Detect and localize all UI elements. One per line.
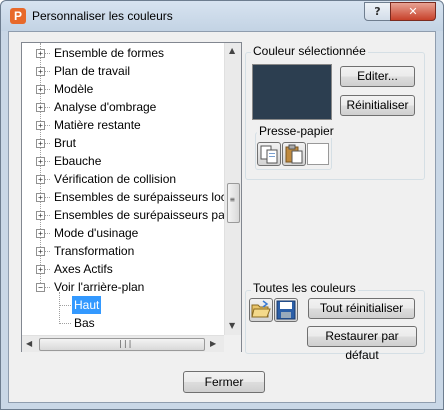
tree-item-label: Ensembles de surépaisseurs loca [54, 190, 224, 204]
tree-item-label: Ensemble de formes [54, 46, 165, 60]
tree-child-label: Haut [72, 296, 102, 314]
expand-icon[interactable]: + [36, 157, 45, 166]
dialog-client-area: + Ensemble de formes + Plan de travail + Modè… [8, 31, 436, 403]
expand-icon[interactable]: + [36, 139, 45, 148]
tree-item-label: Analyse d'ombrage [54, 100, 157, 114]
grip-icon: ≡ [230, 195, 235, 204]
grip-icon: ||| [118, 339, 133, 348]
dialog-window: P Personnaliser les couleurs ? ✕ + Ensemb… [0, 0, 444, 410]
reset-button[interactable]: Réinitialiser [340, 95, 415, 116]
tree-item[interactable]: + Mode d'usinage [22, 224, 224, 242]
selected-color-swatch[interactable] [252, 64, 332, 120]
tree-item[interactable]: + Vérification de collision [22, 170, 224, 188]
copy-icon [260, 145, 278, 164]
tree-content: + Ensemble de formes + Plan de travail + Modè… [22, 43, 224, 335]
vertical-scroll-thumb[interactable]: ≡ [227, 183, 240, 223]
clipboard-group-label: Presse-papier [257, 124, 336, 138]
tree-item-label: Modèle [54, 82, 94, 96]
app-icon: P [10, 8, 26, 24]
title-bar[interactable]: P Personnaliser les couleurs ? ✕ [1, 1, 443, 31]
tree-child-item[interactable]: Bas [22, 314, 222, 332]
expand-icon[interactable]: + [36, 67, 45, 76]
tree-item-label: Vérification de collision [54, 172, 177, 186]
tree-item[interactable]: + Analyse d'ombrage [22, 98, 224, 116]
tree-item-label: Axes Actifs [54, 262, 113, 276]
collapse-icon[interactable]: − [36, 283, 45, 292]
window-close-button[interactable]: ✕ [390, 2, 436, 21]
expand-icon[interactable]: + [36, 229, 45, 238]
expand-icon[interactable]: + [36, 103, 45, 112]
tree-child-item[interactable]: Haut [22, 296, 222, 314]
tree-item-label: Ensembles de surépaisseurs par c [54, 208, 224, 222]
save-icon [276, 300, 296, 320]
expand-icon[interactable]: + [36, 175, 45, 184]
expand-icon[interactable]: + [36, 121, 45, 130]
tree-item-label: Ebauche [54, 154, 102, 168]
all-colors-group-label: Toutes les couleurs [251, 281, 358, 295]
expand-icon[interactable]: + [36, 49, 45, 58]
scroll-left-icon[interactable]: ◀ [26, 339, 32, 348]
horizontal-scrollbar[interactable]: ◀ ||| ▶ [22, 335, 224, 352]
scroll-down-icon[interactable]: ▼ [229, 321, 235, 330]
restore-default-button[interactable]: Restaurer par défaut [307, 326, 417, 362]
expand-icon[interactable]: + [36, 85, 45, 94]
tree-item-label: Plan de travail [54, 64, 131, 78]
tree-item[interactable]: + Axes Actifs [22, 260, 224, 278]
tree-item[interactable]: + Brut [22, 134, 224, 152]
window-title: Personnaliser les couleurs [32, 9, 173, 23]
tree-item-label: Transformation [54, 244, 135, 258]
tree-item[interactable]: + Modèle [22, 80, 224, 98]
scroll-corner [224, 335, 241, 352]
expand-icon[interactable]: + [36, 247, 45, 256]
edit-button[interactable]: Editer... [340, 66, 415, 87]
tree-item[interactable]: + Matière restante [22, 116, 224, 134]
paste-button[interactable] [282, 142, 306, 166]
scroll-up-icon[interactable]: ▲ [229, 46, 235, 55]
help-button[interactable]: ? [364, 2, 391, 21]
tree-item[interactable]: − Voir l'arrière-plan [22, 278, 224, 296]
horizontal-scroll-thumb[interactable]: ||| [39, 338, 205, 351]
tree-item[interactable]: + Ebauche [22, 152, 224, 170]
tree-child-label: Bas [74, 316, 95, 330]
tree-item[interactable]: + Ensembles de surépaisseurs par c [22, 206, 224, 224]
tree-item[interactable]: + Plan de travail [22, 62, 224, 80]
tree-item-label: Brut [54, 136, 77, 150]
tree-connector [59, 305, 71, 306]
close-button[interactable]: Fermer [183, 371, 265, 393]
expand-icon[interactable]: + [36, 193, 45, 202]
selected-color-group-label: Couleur sélectionnée [251, 44, 368, 58]
copy-button[interactable] [257, 142, 281, 166]
tree-connector [59, 323, 71, 324]
vertical-scrollbar[interactable]: ▲ ≡ ▼ [224, 43, 241, 335]
expand-icon[interactable]: + [36, 211, 45, 220]
tree-item-label: Mode d'usinage [54, 226, 139, 240]
clipboard-color-swatch[interactable] [307, 143, 329, 165]
tree-item-label: Matière restante [54, 118, 141, 132]
tree-item[interactable]: + Ensemble de formes [22, 44, 224, 62]
save-file-button[interactable] [274, 298, 298, 322]
color-tree[interactable]: + Ensemble de formes + Plan de travail + Modè… [21, 42, 242, 352]
tree-item[interactable]: + Transformation [22, 242, 224, 260]
open-file-button[interactable] [249, 298, 273, 322]
tree-item[interactable]: + Ensembles de surépaisseurs loca [22, 188, 224, 206]
paste-icon [285, 144, 303, 164]
reset-all-button[interactable]: Tout réinitialiser [308, 298, 415, 319]
tree-item-label: Voir l'arrière-plan [54, 280, 145, 294]
folder-open-icon [251, 300, 271, 318]
scroll-right-icon[interactable]: ▶ [210, 339, 216, 348]
expand-icon[interactable]: + [36, 265, 45, 274]
